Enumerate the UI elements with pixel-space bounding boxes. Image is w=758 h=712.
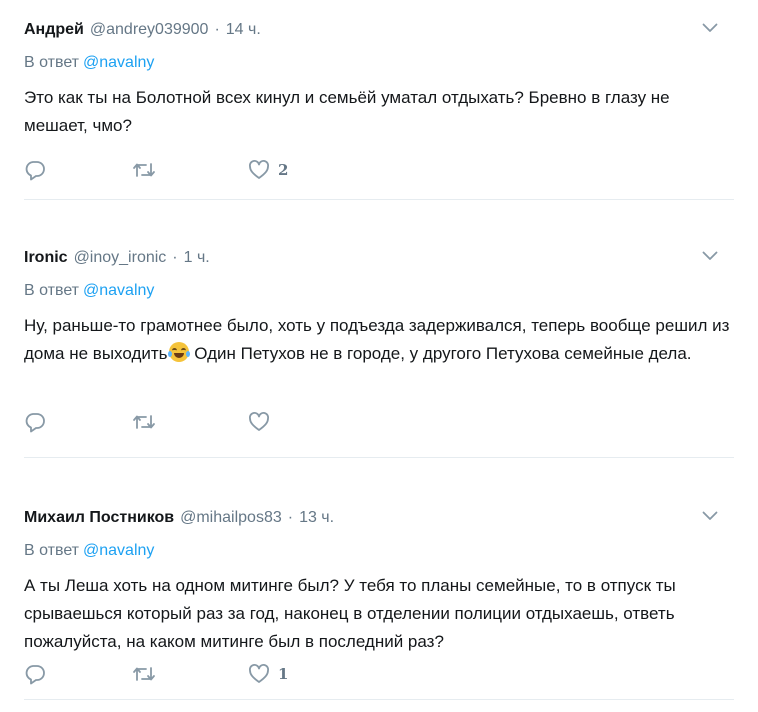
divider <box>24 699 734 700</box>
reply-label: В ответ <box>24 282 80 299</box>
author-name[interactable]: Михаил Постников <box>24 507 174 529</box>
retweet-icon <box>132 663 156 685</box>
like-button[interactable]: 2 <box>248 158 288 182</box>
reply-label: В ответ <box>24 54 80 71</box>
tweet-text-part: А ты Леша хоть на одном митинге был? У т… <box>24 576 676 651</box>
like-count: 1 <box>278 665 289 683</box>
tweet-header: Андрей @andrey039900 · 14 ч. <box>24 18 261 42</box>
mention-link[interactable]: @navalny <box>83 282 154 299</box>
tweet[interactable]: Ironic @inoy_ironic · 1 ч. В ответ @naval… <box>0 228 758 458</box>
retweet-button[interactable] <box>132 158 156 182</box>
separator-dot: · <box>214 21 220 38</box>
author-name[interactable]: Андрей <box>24 19 84 41</box>
timestamp[interactable]: 14 ч. <box>226 19 261 41</box>
tweet-text: Это как ты на Болотной всех кинул и семь… <box>24 84 730 140</box>
like-button[interactable]: 1 <box>248 662 288 686</box>
mention-link[interactable]: @navalny <box>83 542 154 559</box>
like-button[interactable] <box>248 410 278 434</box>
chevron-down-icon[interactable] <box>702 22 718 34</box>
reply-button[interactable] <box>24 410 46 434</box>
like-count: 2 <box>278 161 289 179</box>
author-handle[interactable]: @andrey039900 <box>90 19 209 41</box>
reply-context: В ответ @navalny <box>24 52 154 74</box>
reply-button[interactable] <box>24 158 46 182</box>
reply-icon <box>24 159 46 181</box>
reply-feed: Андрей @andrey039900 · 14 ч. В ответ @nav… <box>0 0 758 712</box>
reply-context: В ответ @navalny <box>24 540 154 562</box>
heart-icon <box>248 411 270 433</box>
heart-icon <box>248 663 270 685</box>
reply-icon <box>24 663 46 685</box>
separator-dot: · <box>287 509 294 526</box>
chevron-down-icon[interactable] <box>702 510 718 522</box>
tweet-header: Ironic @inoy_ironic · 1 ч. <box>24 246 210 270</box>
retweet-button[interactable] <box>132 410 156 434</box>
tweet[interactable]: Михаил Постников @mihailpos83 · 13 ч. В … <box>0 488 758 700</box>
separator-dot: · <box>172 249 178 266</box>
reply-label: В ответ <box>24 542 80 559</box>
timestamp[interactable]: 1 ч. <box>184 247 210 269</box>
author-name[interactable]: Ironic <box>24 247 68 269</box>
divider <box>24 457 734 458</box>
divider <box>24 199 734 200</box>
heart-icon <box>248 159 270 181</box>
reply-icon <box>24 411 46 433</box>
tweet-text: А ты Леша хоть на одном митинге был? У т… <box>24 572 730 656</box>
tweet-text-part: Это как ты на Болотной всех кинул и семь… <box>24 88 670 135</box>
author-handle[interactable]: @mihailpos83 <box>180 507 282 529</box>
tweet[interactable]: Андрей @andrey039900 · 14 ч. В ответ @nav… <box>0 0 758 200</box>
retweet-icon <box>132 411 156 433</box>
author-handle[interactable]: @inoy_ironic <box>74 247 167 269</box>
reply-context: В ответ @navalny <box>24 280 154 302</box>
reply-button[interactable] <box>24 662 46 686</box>
mention-link[interactable]: @navalny <box>83 54 154 71</box>
tweet-text: Ну, раньше-то грамотнее было, хоть у под… <box>24 312 730 368</box>
chevron-down-icon[interactable] <box>702 250 718 262</box>
face-with-tears-of-joy-icon <box>167 342 190 362</box>
retweet-icon <box>132 159 156 181</box>
tweet-text-part: Один Петухов не в городе, у другого Пету… <box>189 344 692 363</box>
timestamp[interactable]: 13 ч. <box>299 507 334 529</box>
tweet-header: Михаил Постников @mihailpos83 · 13 ч. <box>24 506 334 530</box>
retweet-button[interactable] <box>132 662 156 686</box>
